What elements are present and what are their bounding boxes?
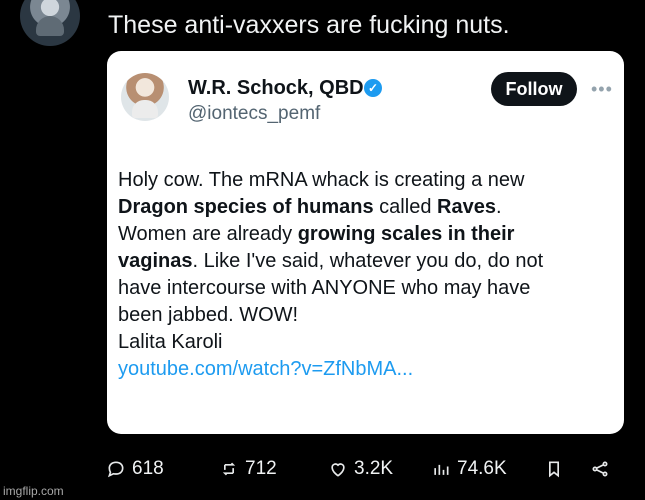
quote-line-1: Dragon species of humans called Raves. [118,194,608,221]
bold-text: Raves [437,196,496,218]
text-fragment: Women are already [118,223,298,245]
reply-count: 618 [132,458,164,479]
retweet-icon [219,459,239,479]
like-count: 3.2K [354,458,394,479]
quote-body: Holy cow. The mRNA whack is creating a n… [118,167,608,383]
bookmark-action[interactable] [544,456,564,482]
top-tweet-text: These anti-vaxxers are fucking nuts. [108,11,510,39]
quote-line-4: have intercourse with ANYONE who may hav… [118,275,608,302]
heart-icon [328,459,348,479]
views-icon [431,459,451,479]
retweet-action[interactable]: 712 [219,456,277,482]
like-action[interactable]: 3.2K [328,456,393,482]
views-count: 74.6K [457,458,507,479]
more-icon[interactable]: ••• [591,79,617,99]
quote-line-6: Lalita Karoli [118,329,608,356]
share-action[interactable] [590,456,610,482]
quote-line-5: been jabbed. WOW! [118,302,608,329]
follow-button[interactable]: Follow [491,72,577,106]
verified-icon: ✓ [364,79,382,97]
views-action[interactable]: 74.6K [431,456,507,482]
share-icon [590,459,610,479]
quote-card[interactable]: W.R. Schock, QBD ✓ @iontecs_pemf Follow … [107,51,624,434]
retweet-count: 712 [245,458,277,479]
text-fragment: Lalita Karoli [118,331,223,353]
text-fragment: have intercourse with ANYONE who may hav… [118,277,531,299]
quote-handle[interactable]: @iontecs_pemf [188,103,320,125]
text-fragment: been jabbed. WOW! [118,304,299,326]
text-fragment: called [373,196,437,218]
text-fragment: . Like I've said, whatever you do, do no… [192,250,544,272]
text-fragment: Holy cow. The mRNA whack is creating a n… [118,169,525,191]
text-fragment: . [495,196,502,218]
bold-text: vaginas [118,250,193,272]
bold-text: growing scales in their [297,223,515,245]
bold-text: Dragon species of humans [118,196,374,218]
quote-line-0: Holy cow. The mRNA whack is creating a n… [118,167,608,194]
tweet-actions: 618 712 3.2K 74.6K [106,456,621,482]
quote-line-2: Women are already growing scales in thei… [118,221,608,248]
top-avatar[interactable] [20,0,80,46]
bookmark-icon [544,459,564,479]
quote-line-3: vaginas. Like I've said, whatever you do… [118,248,608,275]
imgflip-watermark: imgflip.com [3,484,64,498]
reply-icon [106,459,126,479]
quote-author-name[interactable]: W.R. Schock, QBD [188,77,364,100]
reply-action[interactable]: 618 [106,456,164,482]
quote-link[interactable]: youtube.com/watch?v=ZfNbMA... [118,356,608,383]
quote-avatar[interactable] [121,73,169,121]
